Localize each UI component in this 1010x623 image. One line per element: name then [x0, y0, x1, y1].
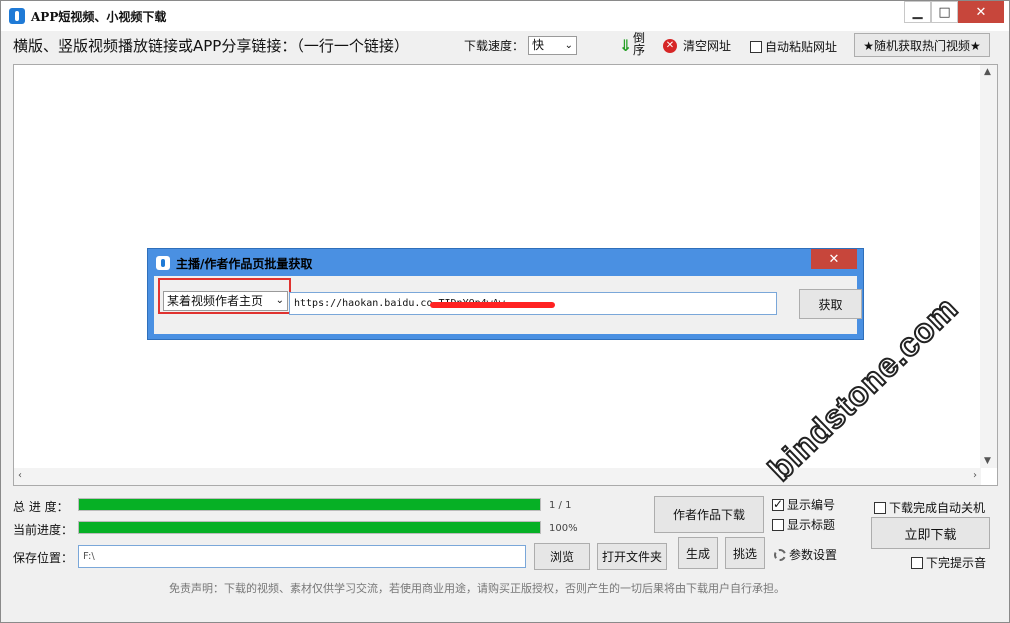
app-window: APP短视频、小视频下载 ▁ □ ✕ 横版、竖版视频播放链接或APP分享链接：（…	[0, 0, 1010, 623]
gear-icon	[774, 548, 786, 561]
redaction-mark	[430, 302, 555, 308]
total-progress-fill	[79, 499, 540, 510]
horizontal-scrollbar[interactable]: ‹ ›	[14, 468, 981, 485]
close-icon: ✕	[828, 251, 840, 267]
app-icon	[9, 8, 25, 24]
disclaimer-text: 免责声明：下载的视频、素材仅供学习交流，若使用商业用途，请购买正版授权，否则产生…	[169, 582, 785, 595]
dialog-title-bar: 主播/作者作品页批量获取 ✕	[148, 249, 863, 275]
close-icon: ✕	[975, 4, 987, 20]
open-folder-button[interactable]: 打开文件夹	[597, 543, 667, 570]
auto-shutdown-checkbox[interactable]: 下载完成自动关机	[874, 499, 985, 516]
auto-paste-checkbox[interactable]: 自动粘贴网址	[750, 38, 837, 55]
browse-button[interactable]: 浏览	[534, 543, 590, 570]
save-location-label: 保存位置：	[13, 551, 74, 565]
window-title: APP短视频、小视频下载	[31, 10, 167, 24]
clear-urls-label: 清空网址	[683, 39, 732, 53]
total-progress-text: 1 / 1	[549, 500, 572, 511]
auto-paste-box[interactable]	[750, 40, 762, 53]
current-progress-bar	[78, 521, 541, 534]
source-type-select[interactable]: 某着视频作者主页 ⌄	[163, 291, 288, 311]
done-sound-box[interactable]	[911, 556, 923, 569]
minimize-icon: ▁	[912, 4, 923, 20]
total-progress-bar	[78, 498, 541, 511]
current-progress-text: 100%	[549, 523, 578, 534]
download-now-button[interactable]: 立即下载	[871, 517, 990, 549]
current-progress-fill	[79, 522, 540, 533]
show-title-box[interactable]	[772, 518, 784, 531]
maximize-button[interactable]: □	[931, 1, 958, 23]
vertical-scrollbar[interactable]: ▲ ▼	[980, 65, 997, 468]
auto-shutdown-label: 下载完成自动关机	[889, 501, 986, 515]
speed-select[interactable]: 快 ⌄	[528, 36, 577, 55]
scroll-up-icon[interactable]: ▲	[984, 67, 991, 77]
show-number-box[interactable]	[772, 497, 784, 511]
reverse-sort-button[interactable]: ⇓ 倒序	[617, 32, 647, 58]
show-title-label: 显示标题	[787, 518, 836, 532]
scroll-left-icon[interactable]: ‹	[18, 470, 22, 481]
title-bar: APP短视频、小视频下载 ▁ □ ✕	[1, 1, 1009, 31]
done-sound-checkbox[interactable]: 下完提示音	[911, 554, 986, 571]
maximize-icon: □	[938, 4, 951, 20]
pick-button[interactable]: 挑选	[725, 537, 765, 569]
auto-paste-label: 自动粘贴网址	[765, 40, 838, 54]
dialog-title: 主播/作者作品页批量获取	[176, 257, 313, 271]
show-number-label: 显示编号	[787, 498, 836, 512]
done-sound-label: 下完提示音	[926, 556, 987, 570]
url-prompt-label: 横版、竖版视频播放链接或APP分享链接：（一行一个链接）	[13, 37, 409, 55]
clear-icon: ✕	[663, 38, 677, 53]
clear-urls-button[interactable]: ✕ 清空网址	[663, 37, 731, 54]
author-download-button[interactable]: 作者作品下载	[654, 496, 764, 533]
close-button[interactable]: ✕	[958, 1, 1004, 23]
scroll-down-icon[interactable]: ▼	[984, 456, 991, 466]
save-path-input[interactable]: F:\	[78, 545, 526, 568]
total-progress-label: 总 进 度：	[13, 500, 69, 514]
author-batch-dialog: 主播/作者作品页批量获取 ✕ 某着视频作者主页 ⌄ https://haokan…	[147, 248, 864, 340]
settings-button[interactable]: 参数设置	[774, 546, 837, 563]
speed-label: 下载速度：	[464, 39, 525, 53]
scroll-right-icon[interactable]: ›	[973, 470, 977, 481]
chevron-down-icon: ⌄	[564, 40, 573, 51]
reverse-sort-label: 倒序	[633, 31, 646, 57]
chevron-down-icon: ⌄	[275, 295, 284, 306]
source-type-value: 某着视频作者主页	[167, 294, 264, 308]
minimize-button[interactable]: ▁	[904, 1, 931, 23]
show-title-checkbox[interactable]: 显示标题	[772, 516, 835, 533]
fetch-button[interactable]: 获取	[799, 289, 862, 319]
settings-label: 参数设置	[789, 548, 838, 562]
dialog-body: 某着视频作者主页 ⌄ https://haokan.baidu.co TIDnY…	[154, 276, 862, 334]
generate-button[interactable]: 生成	[678, 537, 718, 569]
auto-shutdown-box[interactable]	[874, 501, 886, 514]
dialog-app-icon	[156, 256, 170, 270]
speed-value: 快	[532, 38, 545, 52]
dialog-close-button[interactable]: ✕	[811, 249, 857, 269]
show-number-checkbox[interactable]: 显示编号	[772, 496, 835, 513]
current-progress-label: 当前进度：	[13, 523, 74, 537]
random-hot-video-button[interactable]: ★随机获取热门视频★	[854, 33, 990, 57]
arrow-down-icon: ⇓	[619, 36, 633, 55]
author-url-input[interactable]: https://haokan.baidu.co TIDnYOp4wAw	[289, 292, 777, 315]
